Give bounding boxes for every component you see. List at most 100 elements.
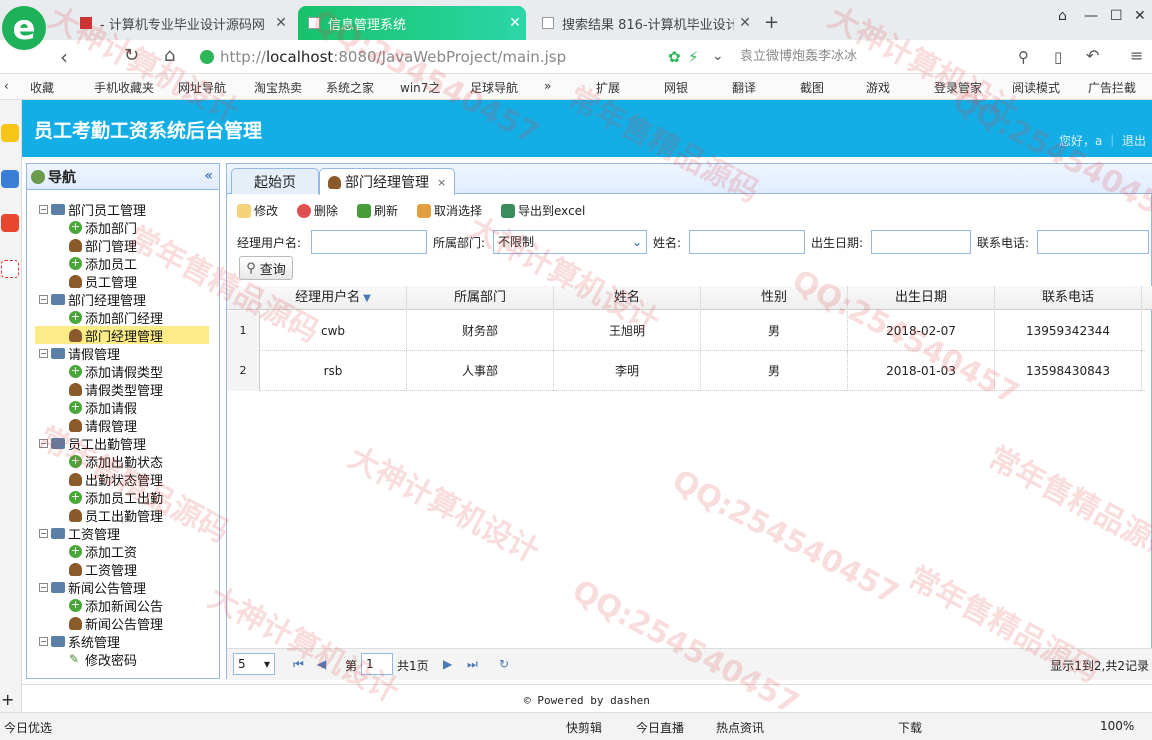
reload-icon[interactable]: ↻ <box>124 45 139 66</box>
column-header[interactable]: 性别 <box>701 286 848 310</box>
deselect-button[interactable]: 取消选择 <box>417 202 482 219</box>
collapse-toggle-icon[interactable]: − <box>39 204 48 214</box>
tab-dept-manager[interactable]: 部门经理管理 × <box>319 168 456 195</box>
address-bar[interactable]: http://localhost:8080/JavaWebProject/mai… <box>200 44 710 70</box>
dropdown-icon[interactable]: ⌄ <box>712 48 724 64</box>
reload-icon[interactable]: ↻ <box>499 657 509 671</box>
bookmarks-scroll-icon[interactable]: ‹ <box>4 79 9 93</box>
home-icon[interactable]: ⌂ <box>164 45 175 66</box>
bookmark-item[interactable]: 手机收藏夹 <box>94 79 154 96</box>
first-page-icon[interactable]: ⏮ <box>293 657 304 672</box>
search-box[interactable]: 袁立微博炮轰李冰冰 <box>740 44 1040 70</box>
nav-group-5[interactable]: − 新闻公告管理 <box>39 578 146 597</box>
collapse-toggle-icon[interactable]: − <box>39 636 48 646</box>
maximize-icon[interactable]: ☐ <box>1110 8 1123 24</box>
dept-filter-select[interactable]: 不限制 ⌄ <box>493 230 647 254</box>
nav-group-6[interactable]: − 系统管理 <box>39 632 120 651</box>
new-tab-button[interactable]: + <box>764 12 779 33</box>
edit-button[interactable]: 修改 <box>237 202 278 219</box>
nav-item[interactable]: 请假管理 <box>35 416 209 435</box>
prev-page-icon[interactable]: ◀ <box>317 657 326 671</box>
tab-close-icon[interactable]: ✕ <box>734 15 756 31</box>
column-header[interactable]: 出生日期 <box>848 286 995 310</box>
nav-item[interactable]: + 添加出勤状态 <box>35 452 209 471</box>
nav-item[interactable]: 员工管理 <box>35 272 209 291</box>
collapse-toggle-icon[interactable]: − <box>39 348 48 358</box>
nav-group-0[interactable]: − 部门员工管理 <box>39 200 146 219</box>
name-filter-input[interactable] <box>689 230 805 254</box>
table-row[interactable]: 1 cwb 财务部 王旭明男 2018-02-07 13959342344 <box>227 311 1145 351</box>
nav-item[interactable]: 新闻公告管理 <box>35 614 209 633</box>
bookmarks-more-icon[interactable]: » <box>544 79 551 93</box>
bookmark-item[interactable]: 截图 <box>800 79 824 96</box>
bookmark-item[interactable]: 收藏 <box>30 79 54 96</box>
next-page-icon[interactable]: ▶ <box>443 657 452 671</box>
nav-group-2[interactable]: − 请假管理 <box>39 344 120 363</box>
birth-filter-input[interactable] <box>871 230 971 254</box>
column-header[interactable]: 姓名 <box>554 286 701 310</box>
query-button[interactable]: ⚲ 查询 <box>239 256 293 280</box>
nav-item[interactable]: 请假类型管理 <box>35 380 209 399</box>
tab-home[interactable]: 起始页 <box>231 168 319 194</box>
nav-item[interactable]: 出勤状态管理 <box>35 470 209 489</box>
collapse-toggle-icon[interactable]: − <box>39 294 48 304</box>
bookmark-item[interactable]: win7之 <box>400 79 440 96</box>
browser-tab-1[interactable]: - 计算机专业毕业设计源码网 ✕ <box>70 6 292 40</box>
nav-item[interactable]: + 添加员工出勤 <box>35 488 209 507</box>
status-item[interactable]: 快剪辑 <box>566 719 602 736</box>
nav-item[interactable]: + 添加请假类型 <box>35 362 209 381</box>
compat-mode-icon[interactable]: ✿ <box>668 48 681 66</box>
nav-item[interactable]: 员工出勤管理 <box>35 506 209 525</box>
browser-tab-2[interactable]: 信息管理系统 ✕ <box>298 6 526 40</box>
page-size-select[interactable]: 5 ▾ <box>233 653 275 675</box>
export-excel-button[interactable]: 导出到excel <box>501 202 585 219</box>
status-item[interactable]: 今日直播 <box>636 719 684 736</box>
bookmark-item[interactable]: 扩展 <box>596 79 620 96</box>
skin-icon[interactable]: ⌂ <box>1058 8 1067 24</box>
nav-item[interactable]: + 添加员工 <box>35 254 209 273</box>
user-greeting-logout[interactable]: 您好，a ｜ 退出 <box>1059 132 1146 149</box>
search-icon[interactable]: ⚲ <box>1018 48 1029 66</box>
weibo-icon[interactable] <box>1 214 19 232</box>
column-header[interactable]: 所属部门 <box>407 286 554 310</box>
collapse-icon[interactable]: « <box>204 168 213 184</box>
username-filter-input[interactable] <box>311 230 427 254</box>
nav-group-3[interactable]: − 员工出勤管理 <box>39 434 146 453</box>
nav-group-4[interactable]: − 工资管理 <box>39 524 120 543</box>
table-row[interactable]: 2 rsb 人事部 李明男 2018-01-03 13598430843 <box>227 351 1145 391</box>
close-window-icon[interactable]: ✕ <box>1134 8 1146 24</box>
column-header[interactable]: 经理用户名 ▼ <box>260 286 407 310</box>
last-page-icon[interactable]: ⏭ <box>467 657 478 672</box>
status-item[interactable]: 热点资讯 <box>716 719 764 736</box>
undo-icon[interactable]: ↶ <box>1086 46 1099 65</box>
bookmark-item[interactable]: 广告拦截 <box>1088 79 1136 96</box>
bookmark-item[interactable]: 系统之家 <box>326 79 374 96</box>
nav-item[interactable]: 部门管理 <box>35 236 209 255</box>
bookmark-item[interactable]: 足球导航 <box>470 79 518 96</box>
bookmark-item[interactable]: 网址导航 <box>178 79 226 96</box>
menu-icon[interactable]: ≡ <box>1130 46 1143 65</box>
browser-tab-3[interactable]: 搜索结果 816-计算机毕业设计源 ✕ <box>532 6 756 40</box>
minimize-icon[interactable]: — <box>1084 8 1098 24</box>
nav-item[interactable]: + 添加部门经理 <box>35 308 209 327</box>
nav-item[interactable]: + 添加请假 <box>35 398 209 417</box>
phone-filter-input[interactable] <box>1037 230 1149 254</box>
bookmark-item[interactable]: 翻译 <box>732 79 756 96</box>
refresh-button[interactable]: 刷新 <box>357 202 398 219</box>
speed-mode-icon[interactable]: ⚡ <box>688 48 699 66</box>
bookmark-item[interactable]: 阅读模式 <box>1012 79 1060 96</box>
phone-icon[interactable]: ▯ <box>1054 48 1062 66</box>
collapse-toggle-icon[interactable]: − <box>39 582 48 592</box>
nav-group-1[interactable]: − 部门经理管理 <box>39 290 146 309</box>
collapse-toggle-icon[interactable]: − <box>39 528 48 538</box>
collapse-toggle-icon[interactable]: − <box>39 438 48 448</box>
bookmark-item[interactable]: 登录管家 <box>934 79 982 96</box>
bookmark-item[interactable]: 淘宝热卖 <box>254 79 302 96</box>
bookmark-item[interactable]: 游戏 <box>866 79 890 96</box>
back-icon[interactable]: ‹ <box>60 45 68 69</box>
status-item[interactable]: 下载 <box>898 719 922 736</box>
nav-item[interactable]: + 添加新闻公告 <box>35 596 209 615</box>
nav-item[interactable]: ✎ 修改密码 <box>35 650 209 669</box>
column-header[interactable]: 联系电话 <box>995 286 1142 310</box>
nav-item[interactable]: + 添加工资 <box>35 542 209 561</box>
